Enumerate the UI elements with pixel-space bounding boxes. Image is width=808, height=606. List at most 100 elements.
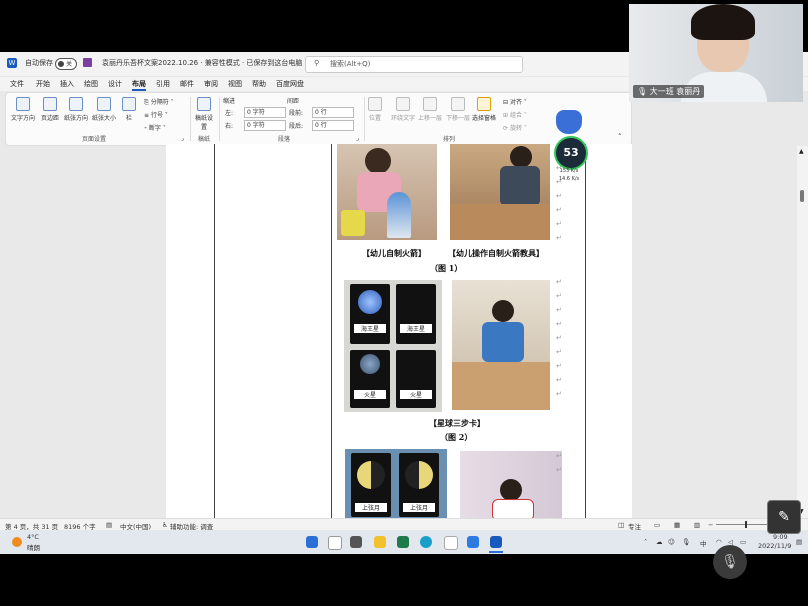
text-direction-label: 文字方向 xyxy=(11,115,36,122)
columns-button[interactable]: 栏 xyxy=(122,97,136,122)
tab-references[interactable]: 引用 xyxy=(156,79,170,89)
table-surface xyxy=(452,362,550,410)
tab-mailings[interactable]: 邮件 xyxy=(180,79,194,89)
tab-baidu-netdisk[interactable]: 百度网盘 xyxy=(276,79,304,89)
taskbar: 4°C 晴朗 ˄ ☁ ☺ 🎙 中 ◠ ◁ ▭ 9:09 2022/11/9 ▤ xyxy=(0,530,808,554)
task-view-icon[interactable] xyxy=(350,536,362,548)
mute-button[interactable]: 🎙 xyxy=(713,545,747,579)
print-layout-icon[interactable]: ▦ xyxy=(674,521,680,529)
manuscript-group-label: 稿纸 xyxy=(198,136,211,143)
participant-video[interactable]: 🎙 大一班 袁丽丹 xyxy=(629,4,803,102)
tab-draw[interactable]: 绘图 xyxy=(84,79,98,89)
photo-moon-cards[interactable]: 上弦月 上弦月 xyxy=(345,449,447,518)
microphone-icon: 🎙 xyxy=(637,87,650,96)
selection-pane-button[interactable]: 选择窗格 xyxy=(472,97,496,122)
microphone-icon[interactable]: 🎙 xyxy=(682,538,690,546)
ime-indicator[interactable]: 中 xyxy=(700,538,707,548)
photo-planet-cards[interactable]: 海王星 海王星 火星 火星 xyxy=(344,280,442,412)
network-speed-widget[interactable]: 53 153 K/s 14.6 K/s xyxy=(552,108,588,188)
word-taskbar-icon[interactable] xyxy=(490,536,502,548)
autosave-toggle[interactable]: 关 xyxy=(55,58,77,70)
file-explorer-icon[interactable] xyxy=(374,536,386,548)
wifi-icon[interactable]: ◠ xyxy=(716,538,722,546)
paragraph-launcher-icon[interactable]: ⌟ xyxy=(356,135,359,142)
position-label: 位置 xyxy=(368,115,381,122)
weather-temp[interactable]: 4°C xyxy=(27,533,39,541)
margins-button[interactable]: 页边距 xyxy=(41,97,59,122)
group-button[interactable]: ⊞ 组合 ˅ xyxy=(503,110,527,119)
card: 火星 xyxy=(350,350,390,408)
clock-date[interactable]: 2022/11/9 xyxy=(758,542,791,550)
send-backward-label: 下移一层 xyxy=(446,115,471,122)
ribbon-separator xyxy=(364,97,365,141)
hyphenation-label: 断字 xyxy=(148,125,161,132)
paper-size-button[interactable]: 纸张大小 xyxy=(92,97,116,122)
wrap-text-button[interactable]: 环绕文字 xyxy=(391,97,415,122)
document-title[interactable]: 袁丽丹乐吾杯文案2022.10.26 · 兼容性模式 · 已保存到这台电脑 xyxy=(102,58,302,68)
tab-layout[interactable]: 布局 xyxy=(132,79,146,91)
tab-view[interactable]: 视图 xyxy=(228,79,242,89)
page-setup-launcher-icon[interactable]: ⌟ xyxy=(181,135,184,142)
manuscript-settings-button[interactable]: 稿纸设置 xyxy=(195,97,213,131)
proofing-icon[interactable]: ▤ xyxy=(106,521,112,529)
tray-chevron-icon[interactable]: ˄ xyxy=(644,538,647,546)
photo-girl-rocket[interactable] xyxy=(337,144,437,240)
photo-boy-moon[interactable] xyxy=(460,451,562,518)
tab-help[interactable]: 帮助 xyxy=(252,79,266,89)
read-mode-icon[interactable]: ▭ xyxy=(654,521,660,529)
notification-icon[interactable]: ▤ xyxy=(796,538,802,546)
zoom-slider-thumb[interactable] xyxy=(745,521,747,528)
tab-home[interactable]: 开始 xyxy=(36,79,50,89)
zoom-out-icon[interactable]: − xyxy=(708,521,713,529)
child-figure xyxy=(500,479,522,501)
text-direction-button[interactable]: 文字方向 xyxy=(11,97,35,122)
battery-icon[interactable]: ▭ xyxy=(740,538,746,546)
vertical-scrollbar[interactable]: ▲ ▼ xyxy=(797,146,808,518)
orientation-button[interactable]: 纸张方向 xyxy=(64,97,88,122)
tray-app-icon[interactable]: ☁ xyxy=(656,538,663,546)
tab-file[interactable]: 文件 xyxy=(10,79,24,89)
paper-size-label: 纸张大小 xyxy=(92,115,117,122)
app-icon[interactable] xyxy=(397,536,409,548)
breaks-button[interactable]: ⎘ 分隔符 ˅ xyxy=(144,97,174,107)
start-icon[interactable] xyxy=(306,536,318,548)
align-button[interactable]: ⊟ 对齐 ˅ xyxy=(503,97,527,106)
weather-desc[interactable]: 晴朗 xyxy=(27,542,40,552)
bring-forward-button[interactable]: 上移一层 xyxy=(418,97,442,122)
align-label: 对齐 xyxy=(509,99,522,106)
indent-left-input[interactable]: 0 字符 xyxy=(244,107,286,118)
paragraph-mark-icon: ↵ xyxy=(556,278,562,286)
card-label: 海王星 xyxy=(400,324,432,333)
paragraph-mark-icon: ↵ xyxy=(556,206,562,214)
breaks-icon: ⎘ xyxy=(144,99,151,106)
annotate-button[interactable]: ✎ xyxy=(767,500,801,534)
edge-browser-icon[interactable] xyxy=(420,536,432,548)
line-numbers-button[interactable]: ≡ 行号 ˅ xyxy=(144,110,168,119)
rotate-button[interactable]: ⟳ 旋转 ˅ xyxy=(503,123,527,132)
app-icon[interactable] xyxy=(444,536,458,550)
scroll-thumb[interactable] xyxy=(800,190,804,202)
hyphenation-button[interactable]: ⁃ 断字 ˅ xyxy=(144,123,166,132)
search-box[interactable]: ⚲ 搜索(Alt+Q) xyxy=(305,56,523,73)
search-icon[interactable] xyxy=(328,536,342,550)
photo-boy-rocket-tool[interactable] xyxy=(450,144,550,240)
photo-boy-planet-cards[interactable] xyxy=(452,280,550,410)
web-layout-icon[interactable]: ▥ xyxy=(694,521,700,529)
tab-review[interactable]: 审阅 xyxy=(204,79,218,89)
mic-off-icon: 🎙 xyxy=(721,554,739,570)
ribbon-collapse-icon[interactable]: ˄ xyxy=(618,133,622,141)
paragraph-mark-icon: ↵ xyxy=(556,306,562,314)
tab-design[interactable]: 设计 xyxy=(108,79,122,89)
spacing-title: 间距 xyxy=(287,98,300,105)
spacing-before-input[interactable]: 0 行 xyxy=(312,107,354,118)
send-backward-button[interactable]: 下移一层 xyxy=(446,97,470,122)
scroll-up-icon[interactable]: ▲ xyxy=(799,148,804,155)
tab-insert[interactable]: 插入 xyxy=(60,79,74,89)
save-icon[interactable] xyxy=(83,58,92,67)
spacing-after-input[interactable]: 0 行 xyxy=(312,120,354,131)
indent-right-input[interactable]: 0 字符 xyxy=(244,120,286,131)
position-button[interactable]: 位置 xyxy=(368,97,382,122)
tray-app-icon[interactable]: ☺ xyxy=(668,538,675,546)
clock-time[interactable]: 9:09 xyxy=(773,533,788,541)
meeting-app-icon[interactable] xyxy=(467,536,479,548)
